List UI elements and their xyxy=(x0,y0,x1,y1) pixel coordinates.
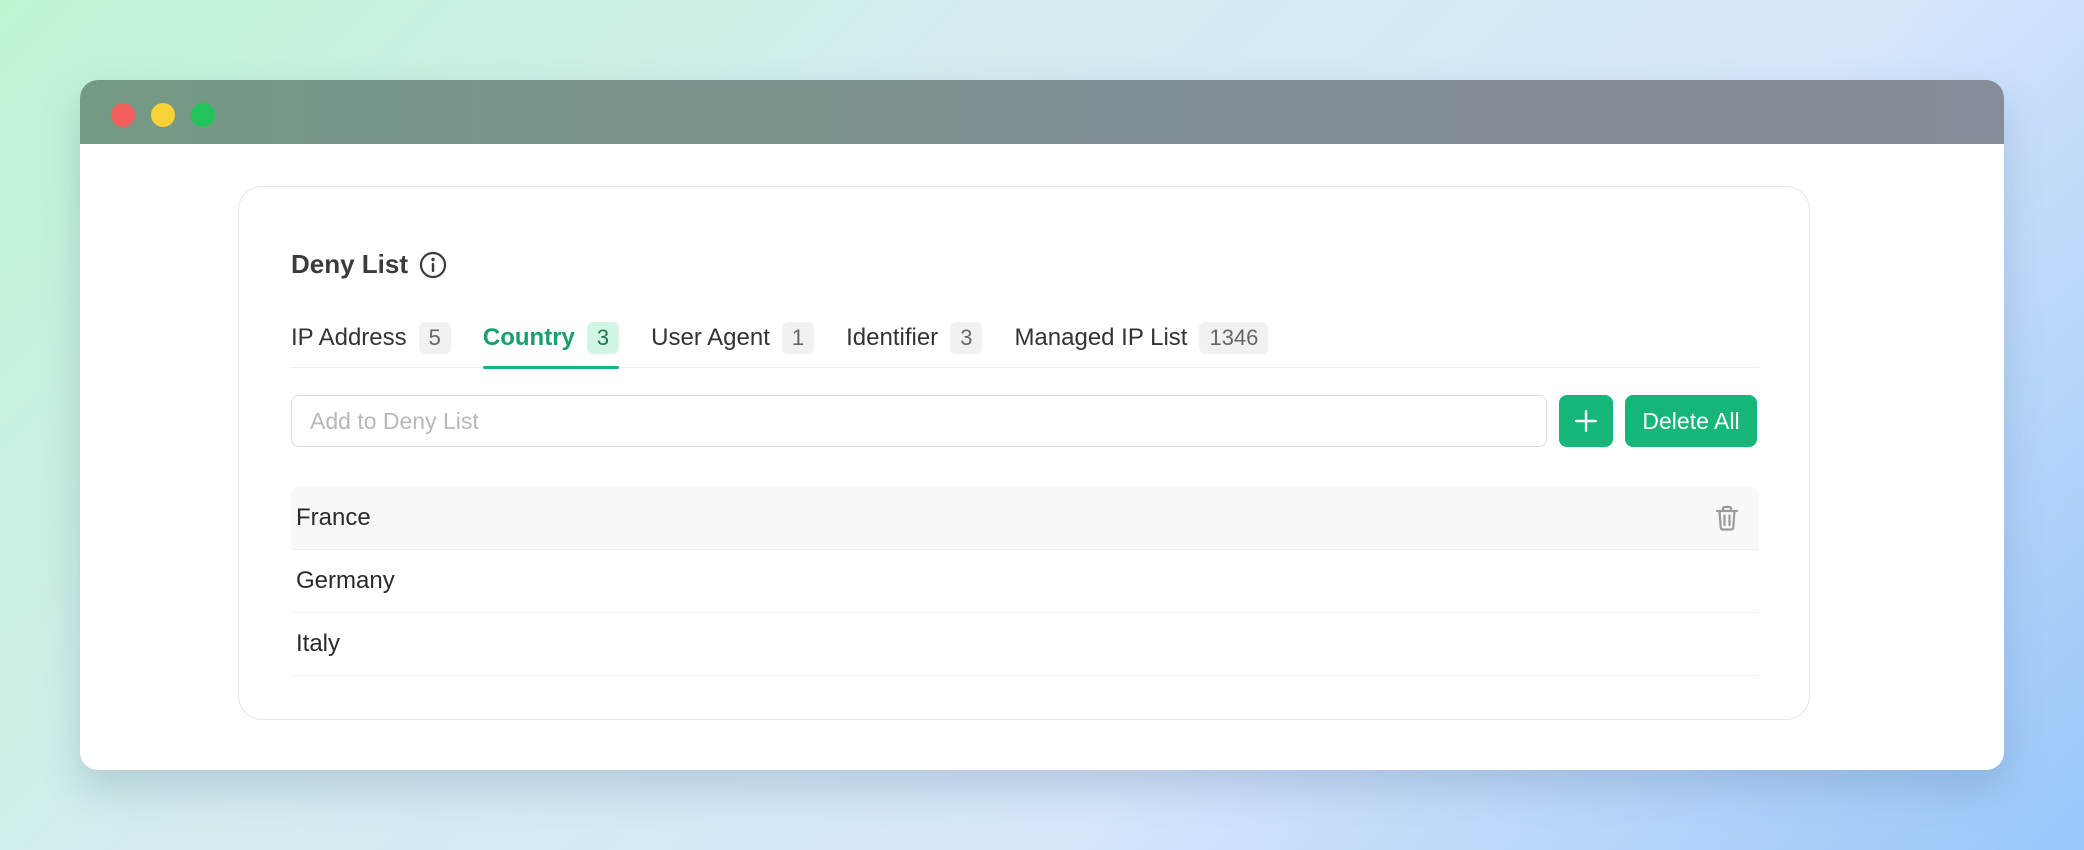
tab-label: IP Address xyxy=(291,324,407,351)
tab-label: Managed IP List xyxy=(1014,324,1188,351)
tab-bar: IP Address 5 Country 3 User Agent 1 Iden… xyxy=(291,313,1759,369)
tab-country[interactable]: Country 3 xyxy=(482,313,620,369)
tab-count-badge: 3 xyxy=(586,322,620,354)
trash-icon xyxy=(1712,629,1742,659)
maximize-window-button[interactable] xyxy=(191,103,215,127)
delete-all-button[interactable]: Delete All xyxy=(1625,395,1757,447)
list-item-label: France xyxy=(296,504,371,531)
minimize-window-button[interactable] xyxy=(151,103,175,127)
close-window-button[interactable] xyxy=(111,103,135,127)
deny-list-input[interactable] xyxy=(291,395,1547,447)
tab-count-badge: 5 xyxy=(418,322,451,354)
tab-managed-ip-list[interactable]: Managed IP List 1346 xyxy=(1014,313,1269,367)
tab-label: Identifier xyxy=(846,324,939,351)
info-icon[interactable] xyxy=(418,250,448,280)
trash-icon xyxy=(1712,566,1742,596)
tab-count-badge: 1346 xyxy=(1199,322,1269,354)
window-titlebar xyxy=(80,80,2004,144)
tab-ip-address[interactable]: IP Address 5 xyxy=(291,313,451,367)
plus-icon xyxy=(1573,408,1599,434)
tab-label: Country xyxy=(482,324,575,351)
card-header: Deny List xyxy=(291,249,448,280)
deny-list: France Germany Italy xyxy=(291,487,1759,676)
tab-user-agent[interactable]: User Agent 1 xyxy=(651,313,815,367)
tab-identifier[interactable]: Identifier 3 xyxy=(846,313,983,367)
list-item[interactable]: Germany xyxy=(291,550,1759,613)
list-item[interactable]: France xyxy=(291,487,1759,550)
tab-label: User Agent xyxy=(651,324,770,351)
list-item-label: Germany xyxy=(296,567,395,594)
page-title: Deny List xyxy=(291,249,409,279)
delete-item-button[interactable] xyxy=(1707,498,1747,538)
delete-item-button[interactable] xyxy=(1707,561,1747,601)
trash-icon xyxy=(1712,503,1742,533)
app-window: Deny List IP Address 5 Country 3 User Ag… xyxy=(80,80,2004,770)
tab-count-badge: 3 xyxy=(950,322,983,354)
add-entry-row: Delete All xyxy=(291,395,1759,447)
deny-list-card: Deny List IP Address 5 Country 3 User Ag… xyxy=(238,186,1810,720)
list-item[interactable]: Italy xyxy=(291,613,1759,676)
tab-count-badge: 1 xyxy=(781,322,815,354)
list-item-label: Italy xyxy=(296,630,341,657)
delete-item-button[interactable] xyxy=(1707,624,1747,664)
add-button[interactable] xyxy=(1559,395,1613,447)
